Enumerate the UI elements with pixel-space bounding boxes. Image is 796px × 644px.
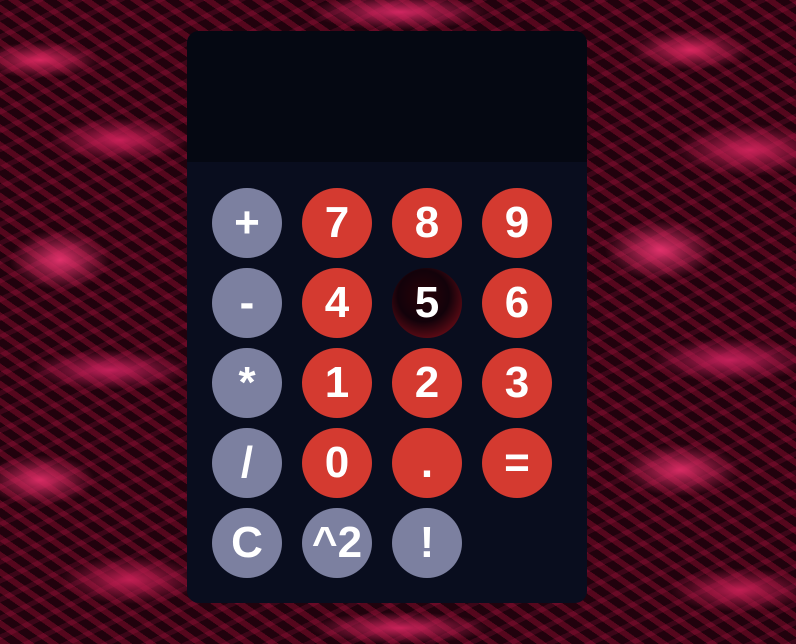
digit-1-button[interactable]: 1 [302, 348, 372, 418]
digit-8-button[interactable]: 8 [392, 188, 462, 258]
digit-5-button[interactable]: 5 [392, 268, 462, 338]
digit-7-button[interactable]: 7 [302, 188, 372, 258]
minus-button[interactable]: - [212, 268, 282, 338]
divide-button[interactable]: / [212, 428, 282, 498]
decimal-button[interactable]: . [392, 428, 462, 498]
digit-0-button[interactable]: 0 [302, 428, 372, 498]
digit-3-button[interactable]: 3 [482, 348, 552, 418]
calculator: + 7 8 9 - 4 5 6 * 1 2 3 / 0 . = C ^2 ! [187, 31, 587, 603]
digit-6-button[interactable]: 6 [482, 268, 552, 338]
digit-9-button[interactable]: 9 [482, 188, 552, 258]
digit-2-button[interactable]: 2 [392, 348, 462, 418]
plus-button[interactable]: + [212, 188, 282, 258]
square-button[interactable]: ^2 [302, 508, 372, 578]
calculator-display [187, 31, 587, 162]
keypad: + 7 8 9 - 4 5 6 * 1 2 3 / 0 . = C ^2 ! [187, 162, 587, 603]
multiply-button[interactable]: * [212, 348, 282, 418]
digit-4-button[interactable]: 4 [302, 268, 372, 338]
equals-button[interactable]: = [482, 428, 552, 498]
clear-button[interactable]: C [212, 508, 282, 578]
factorial-button[interactable]: ! [392, 508, 462, 578]
